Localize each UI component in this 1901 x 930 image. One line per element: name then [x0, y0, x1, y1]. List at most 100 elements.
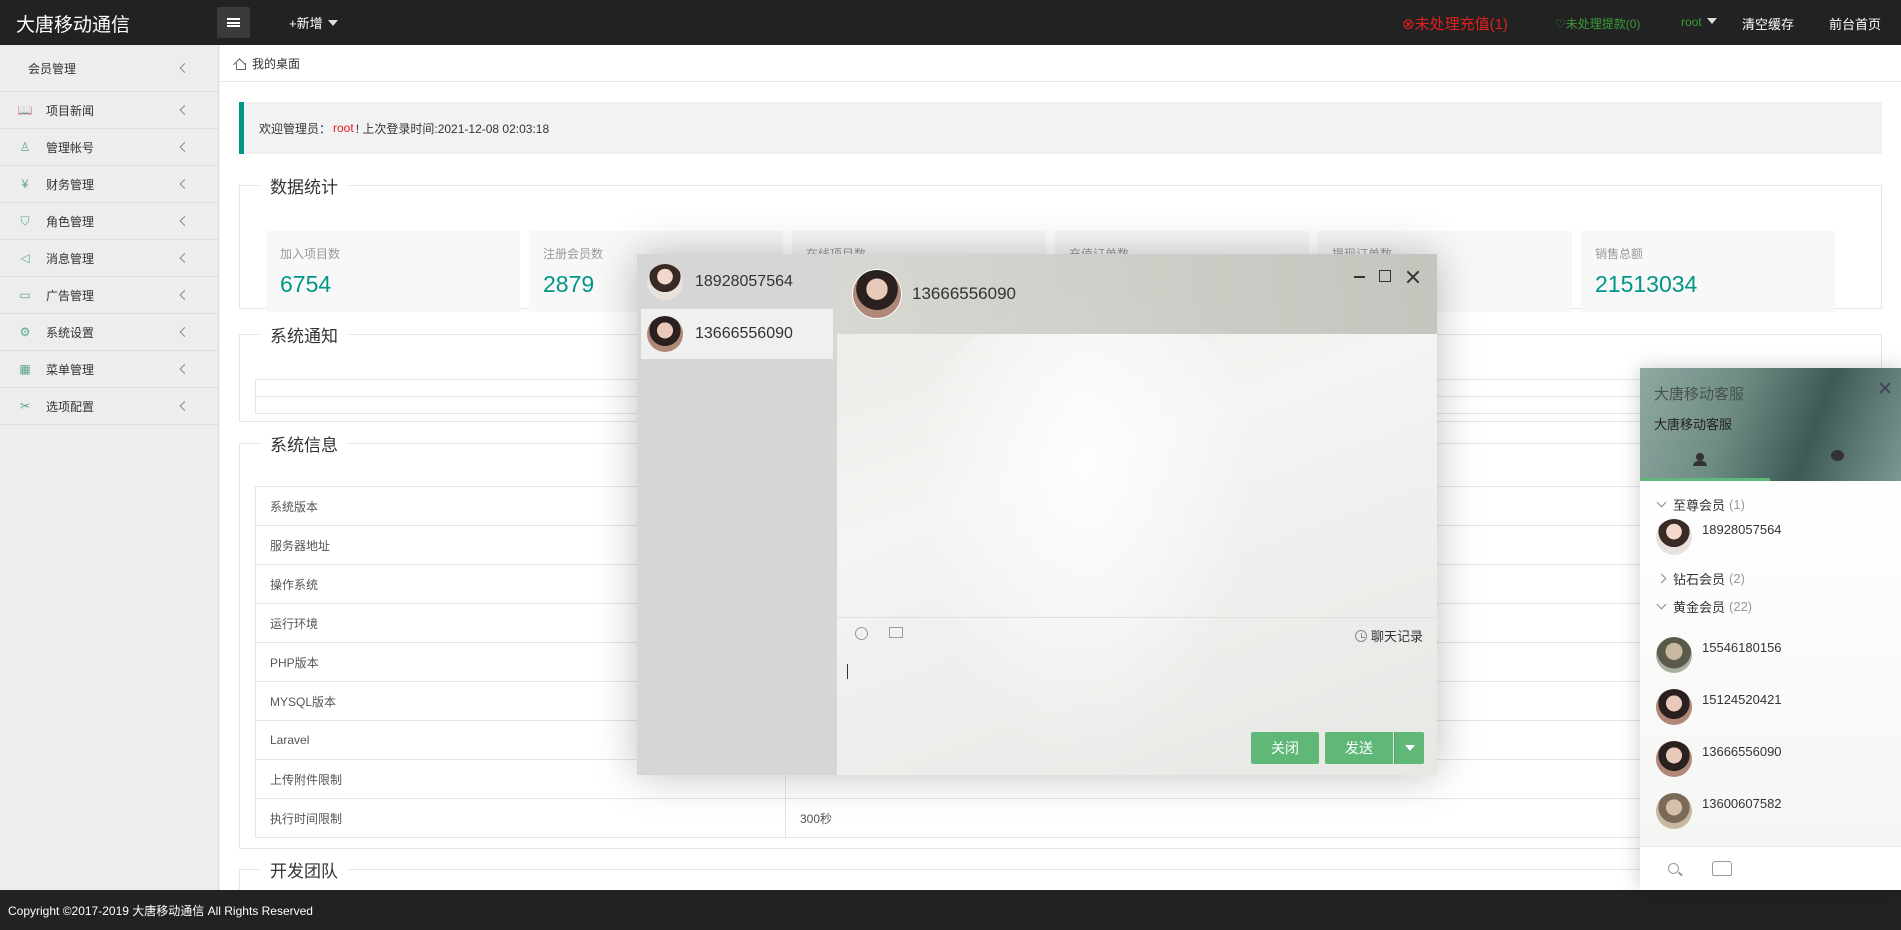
list-item[interactable]: 13666556090 [1656, 741, 1782, 777]
chat-contact-active[interactable]: 13666556090 [641, 309, 833, 359]
minimize-button[interactable] [1349, 267, 1369, 287]
group-count: (1) [1729, 497, 1745, 512]
image-icon: ▭ [19, 288, 31, 302]
add-new-label: +新增 [289, 16, 323, 31]
caret-down-icon [327, 20, 338, 26]
group-count: (2) [1729, 571, 1745, 586]
sidebar-item-menus[interactable]: ▦ 菜单管理 [0, 351, 218, 388]
caret-down-icon [1404, 745, 1415, 751]
sidebar-item-label: 菜单管理 [46, 362, 95, 377]
group-name: 至尊会员 [1673, 498, 1726, 513]
tab-chats[interactable] [1831, 450, 1844, 464]
table-row: 执行时间限制 300秒 [255, 798, 1875, 838]
sidebar-item-ads[interactable]: ▭ 广告管理 [0, 277, 218, 314]
sidebar-item-options[interactable]: ✂ 选项配置 [0, 388, 218, 425]
stat-value: 6754 [280, 271, 332, 297]
group-header[interactable]: 黄金会员 (22) [1656, 597, 1752, 616]
chevron-left-icon [179, 327, 190, 337]
avatar [1656, 519, 1692, 555]
chevron-left-icon [179, 364, 190, 374]
list-item[interactable]: 18928057564 [1656, 519, 1782, 555]
sidebar: 会员管理 📖 项目新闻 ♙ 管理帐号 ¥ 财务管理 ⛉ 角色管理 ◁ 消息管理 ▭ 广告管理… [0, 45, 219, 890]
stat-card[interactable]: 加入项目数 6754 [266, 231, 520, 312]
speaker-icon: ◁ [20, 251, 30, 265]
chat-history-label: 聊天记录 [1370, 629, 1423, 644]
sidebar-item-accounts[interactable]: ♙ 管理帐号 [0, 129, 218, 166]
maximize-icon [1379, 270, 1391, 282]
image-icon [889, 627, 903, 638]
footer: Copyright ©2017-2019 大唐移动通信 All Rights R… [0, 890, 1901, 930]
image-upload-button[interactable] [889, 627, 903, 641]
search-icon[interactable] [1668, 863, 1679, 874]
sidebar-item-news[interactable]: 📖 项目新闻 [0, 92, 218, 129]
sidebar-item-label: 项目新闻 [46, 103, 95, 118]
sidebar-item-roles[interactable]: ⛉ 角色管理 [0, 203, 218, 240]
brand-logo[interactable]: 大唐移动通信 [16, 10, 130, 37]
welcome-prefix: 欢迎管理员： [259, 121, 332, 136]
message-input[interactable] [847, 664, 848, 679]
chat-bubble-icon [1831, 450, 1844, 461]
money-icon: ¥ [21, 177, 29, 191]
chevron-left-icon [179, 401, 190, 411]
team-panel: 开发团队 [239, 857, 1882, 890]
user-dropdown[interactable]: root [1681, 15, 1717, 29]
sidebar-item-label: 消息管理 [46, 251, 95, 266]
top-navbar: 大唐移动通信 +新增 ⊗未处理充值(1) ♡未处理提款(0) root 清空缓存… [0, 0, 1901, 45]
close-chat-button[interactable]: 关闭 [1251, 732, 1319, 764]
contact-name: 13666556090 [695, 325, 793, 342]
shirt-icon[interactable] [1712, 861, 1732, 876]
cs-title: 大唐移动客服 [1654, 386, 1745, 403]
list-item[interactable]: 15124520421 [1656, 689, 1782, 725]
sidebar-item-members[interactable]: 会员管理 [0, 45, 218, 92]
clear-cache-link[interactable]: 清空缓存 [1742, 14, 1794, 33]
unprocessed-recharge-link[interactable]: ⊗未处理充值(1) [1402, 13, 1508, 34]
home-icon [234, 58, 246, 70]
member-name: 13600607582 [1702, 796, 1782, 811]
info-key: 执行时间限制 [255, 798, 786, 838]
sidebar-item-label: 管理帐号 [46, 140, 95, 155]
stat-value: 21513034 [1595, 271, 1698, 297]
send-button[interactable]: 发送 [1325, 732, 1393, 764]
group-header[interactable]: 至尊会员 (1) [1656, 495, 1745, 514]
chevron-left-icon [179, 63, 190, 73]
close-window-button[interactable] [1403, 267, 1423, 287]
avatar [1656, 689, 1692, 725]
chevron-left-icon [179, 105, 190, 115]
list-item[interactable]: 13600607582 [1656, 793, 1782, 829]
welcome-user: root [333, 121, 354, 135]
sidebar-item-label: 角色管理 [46, 214, 95, 229]
stat-card[interactable]: 销售总额 21513034 [1581, 231, 1835, 312]
add-new-dropdown[interactable]: +新增 [289, 13, 338, 32]
menu-toggle-button[interactable] [217, 7, 250, 38]
chat-window[interactable]: 18928057564 13666556090 13666556090 聊天记录… [637, 254, 1437, 775]
chat-history-button[interactable]: 聊天记录 [1354, 626, 1423, 645]
front-home-link[interactable]: 前台首页 [1829, 14, 1881, 33]
sidebar-item-messages[interactable]: ◁ 消息管理 [0, 240, 218, 277]
avatar [1656, 741, 1692, 777]
sidebar-item-label: 会员管理 [28, 61, 77, 76]
stat-label: 销售总额 [1595, 247, 1644, 261]
stat-label: 加入项目数 [280, 247, 341, 261]
tab-friends[interactable] [1693, 450, 1707, 466]
sidebar-item-settings[interactable]: ⚙ 系统设置 [0, 314, 218, 351]
member-name: 15124520421 [1702, 692, 1782, 707]
emoji-button[interactable] [855, 627, 869, 641]
avatar [647, 316, 683, 352]
book-icon: 📖 [17, 103, 33, 117]
sidebar-item-label: 财务管理 [46, 177, 95, 192]
chevron-left-icon [179, 216, 190, 226]
caret-down-icon [1706, 18, 1717, 24]
send-options-button[interactable] [1394, 732, 1424, 764]
sidebar-item-finance[interactable]: ¥ 财务管理 [0, 166, 218, 203]
chat-contact[interactable]: 18928057564 [637, 254, 837, 309]
grid-icon: ▦ [19, 362, 31, 376]
customer-service-panel: 大唐移动客服 大唐移动客服 至尊会员 (1) 18928057564 钻石会员 (2… [1640, 368, 1901, 890]
close-icon[interactable] [1879, 382, 1891, 394]
user-icon [1693, 453, 1707, 466]
list-item[interactable]: 15546180156 [1656, 637, 1782, 673]
avatar [852, 269, 902, 319]
breadcrumb-current[interactable]: 我的桌面 [252, 55, 300, 72]
group-header[interactable]: 钻石会员 (2) [1656, 569, 1745, 588]
unprocessed-withdraw-link[interactable]: ♡未处理提款(0) [1555, 15, 1640, 32]
maximize-button[interactable] [1375, 267, 1395, 287]
